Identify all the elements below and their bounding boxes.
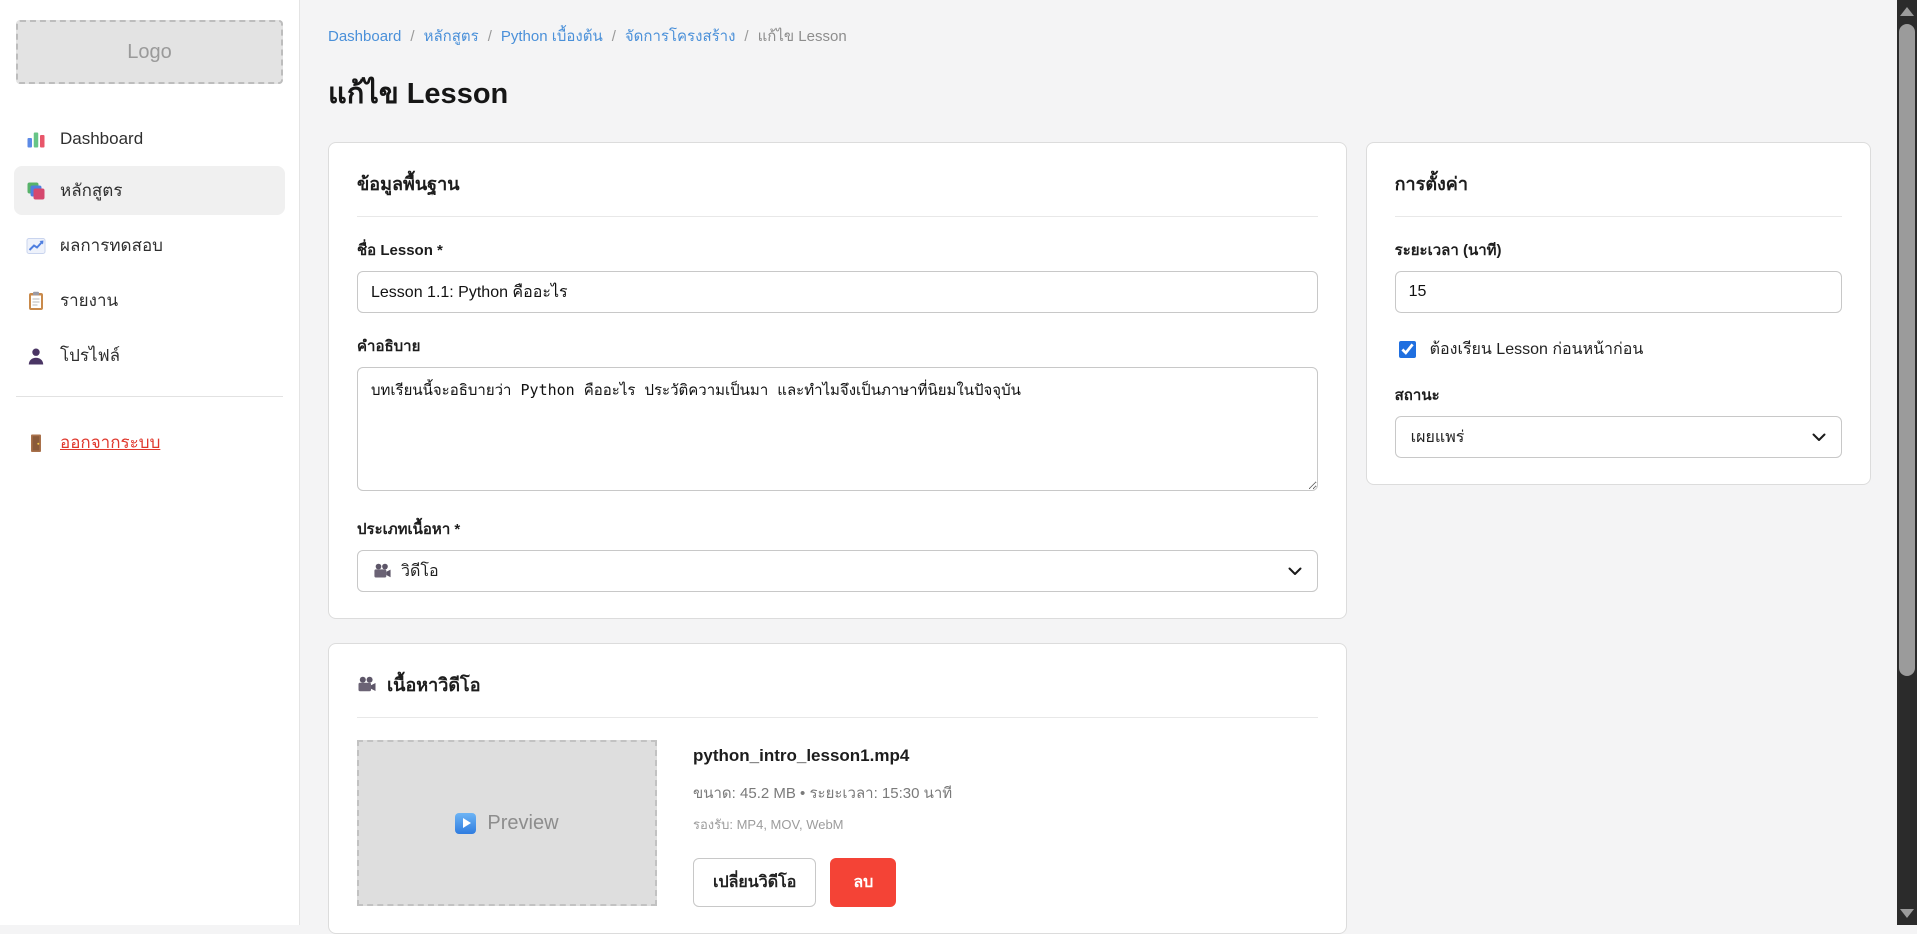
video-meta: ขนาด: 45.2 MB • ระยะเวลา: 15:30 นาที: [693, 781, 952, 805]
sidebar-item-label: Dashboard: [60, 129, 143, 149]
basic-info-title: ข้อมูลพื้นฐาน: [357, 169, 1318, 198]
duration-label: ระยะเวลา (นาที): [1395, 238, 1842, 262]
breadcrumb-separator: /: [612, 28, 616, 45]
content-type-value: วิดีโอ: [401, 559, 439, 584]
breadcrumb-separator: /: [744, 28, 748, 45]
logout-link[interactable]: ออกจากระบบ: [14, 421, 172, 464]
description-textarea[interactable]: บทเรียนนี้จะอธิบายว่า Python คืออะไร ประ…: [357, 367, 1318, 491]
card-divider: [1395, 216, 1842, 217]
prerequisite-checkbox[interactable]: [1399, 341, 1416, 358]
content-layout: ข้อมูลพื้นฐาน ชื่อ Lesson * คำอธิบาย บทเ…: [328, 142, 1871, 934]
video-card-title-label: เนื้อหาวิดีโอ: [387, 670, 481, 699]
logo: Logo: [16, 20, 283, 84]
description-label: คำอธิบาย: [357, 334, 1318, 358]
chart-up-icon: [26, 236, 46, 256]
video-formats: รองรับ: MP4, MOV, WebM: [693, 814, 952, 835]
video-content-card: เนื้อหาวิดีโอ Preview python_intro_lesso…: [328, 643, 1347, 934]
breadcrumb-current: แก้ไข Lesson: [758, 24, 847, 48]
video-details: python_intro_lesson1.mp4 ขนาด: 45.2 MB •…: [693, 740, 952, 907]
breadcrumb-link-courses[interactable]: หลักสูตร: [424, 24, 479, 48]
breadcrumb-link-structure[interactable]: จัดการโครงสร้าง: [625, 24, 736, 48]
prerequisite-row: ต้องเรียน Lesson ก่อนหน้าก่อน: [1395, 337, 1842, 362]
sidebar-item-profile[interactable]: โปรไฟล์: [14, 331, 285, 380]
video-buttons: เปลี่ยนวิดีโอ ลบ: [693, 858, 952, 907]
page-title: แก้ไข Lesson: [328, 70, 1871, 116]
video-row: Preview python_intro_lesson1.mp4 ขนาด: 4…: [357, 740, 1318, 907]
scroll-up-arrow-icon[interactable]: [1900, 7, 1914, 16]
settings-title: การตั้งค่า: [1395, 169, 1842, 198]
person-icon: [26, 346, 46, 366]
status-value: เผยแพร่: [1411, 425, 1465, 450]
delete-video-button[interactable]: ลบ: [830, 858, 896, 907]
sidebar-item-dashboard[interactable]: Dashboard: [14, 118, 285, 160]
main-content: Dashboard / หลักสูตร / Python เบื้องต้น …: [300, 0, 1897, 934]
logo-label: Logo: [127, 41, 172, 64]
duration-input[interactable]: [1395, 271, 1842, 313]
sidebar-item-courses[interactable]: หลักสูตร: [14, 166, 285, 215]
lesson-name-label: ชื่อ Lesson *: [357, 238, 1318, 262]
left-column: ข้อมูลพื้นฐาน ชื่อ Lesson * คำอธิบาย บทเ…: [328, 142, 1347, 934]
bar-chart-icon: [26, 129, 46, 149]
chevron-down-icon: [1812, 433, 1826, 442]
prerequisite-label: ต้องเรียน Lesson ก่อนหน้าก่อน: [1430, 337, 1644, 362]
video-card-title: เนื้อหาวิดีโอ: [357, 670, 1318, 699]
play-icon: [455, 813, 476, 834]
sidebar: Logo Dashboard หลักสูตร ผ: [0, 0, 300, 925]
video-filename: python_intro_lesson1.mp4: [693, 746, 952, 766]
content-type-select[interactable]: วิดีโอ: [357, 550, 1318, 592]
sidebar-item-label: โปรไฟล์: [60, 342, 120, 369]
scrollbar-thumb[interactable]: [1899, 24, 1915, 676]
vertical-scrollbar[interactable]: [1897, 0, 1917, 925]
sidebar-item-test-results[interactable]: ผลการทดสอบ: [14, 221, 285, 270]
movie-camera-icon: [373, 562, 392, 581]
card-divider: [357, 216, 1318, 217]
sidebar-divider: [16, 396, 283, 397]
status-select[interactable]: เผยแพร่: [1395, 416, 1842, 458]
settings-card: การตั้งค่า ระยะเวลา (นาที) ต้องเรียน Les…: [1366, 142, 1871, 485]
sidebar-item-label: หลักสูตร: [60, 177, 122, 204]
video-preview[interactable]: Preview: [357, 740, 657, 906]
breadcrumb-separator: /: [488, 28, 492, 45]
door-icon: [26, 433, 46, 453]
lesson-name-input[interactable]: [357, 271, 1318, 313]
right-column: การตั้งค่า ระยะเวลา (นาที) ต้องเรียน Les…: [1366, 142, 1871, 485]
clipboard-icon: [26, 291, 46, 311]
books-icon: [26, 181, 46, 201]
breadcrumb-link-dashboard[interactable]: Dashboard: [328, 28, 401, 45]
breadcrumb: Dashboard / หลักสูตร / Python เบื้องต้น …: [328, 24, 1871, 48]
sidebar-item-label: รายงาน: [60, 287, 118, 314]
sidebar-nav: Dashboard หลักสูตร ผลการทดสอบ: [0, 118, 299, 380]
status-label: สถานะ: [1395, 383, 1842, 407]
sidebar-item-reports[interactable]: รายงาน: [14, 276, 285, 325]
movie-camera-icon: [357, 675, 377, 695]
breadcrumb-separator: /: [410, 28, 414, 45]
chevron-down-icon: [1288, 567, 1302, 576]
breadcrumb-link-course[interactable]: Python เบื้องต้น: [501, 24, 603, 48]
content-type-label: ประเภทเนื้อหา *: [357, 517, 1318, 541]
sidebar-item-label: ผลการทดสอบ: [60, 232, 163, 259]
scroll-down-arrow-icon[interactable]: [1900, 909, 1914, 918]
card-divider: [357, 717, 1318, 718]
basic-info-card: ข้อมูลพื้นฐาน ชื่อ Lesson * คำอธิบาย บทเ…: [328, 142, 1347, 619]
preview-label: Preview: [487, 812, 558, 835]
change-video-button[interactable]: เปลี่ยนวิดีโอ: [693, 858, 816, 907]
logout-label: ออกจากระบบ: [60, 429, 160, 456]
